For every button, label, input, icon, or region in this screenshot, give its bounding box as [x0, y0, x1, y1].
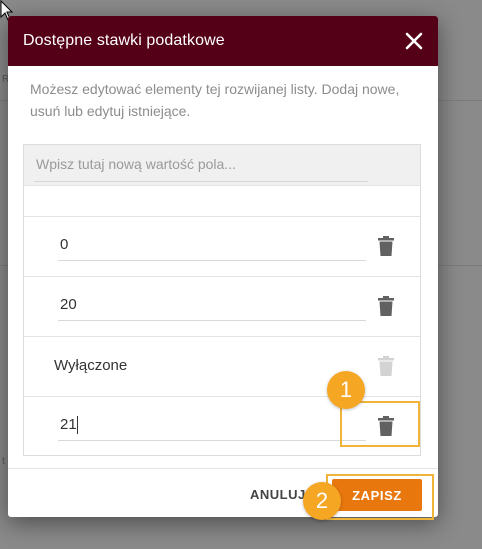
step-2-badge: 2 [303, 482, 341, 520]
delete-button-row-2[interactable] [374, 294, 398, 318]
list-item [24, 216, 420, 276]
trash-icon [378, 236, 394, 256]
text-caret [77, 416, 78, 434]
value-field-row-2[interactable] [58, 289, 366, 321]
delete-button-row-1[interactable] [374, 234, 398, 258]
value-field-row-4[interactable] [58, 409, 366, 441]
cancel-button[interactable]: ANULUJ [246, 481, 310, 507]
value-field-row-1[interactable] [58, 229, 366, 261]
trash-icon [378, 356, 394, 376]
delete-button-row-3-disabled [374, 354, 398, 378]
new-value-row [24, 145, 420, 186]
close-button[interactable] [402, 29, 426, 53]
close-icon [405, 32, 423, 50]
dialog-description: Możesz edytować elementy tej rozwijanej … [30, 81, 400, 119]
step-1-badge: 1 [327, 371, 365, 409]
step-2-highlight [326, 474, 434, 520]
dialog-header: Dostępne stawki podatkowe [8, 16, 438, 66]
trash-icon [378, 296, 394, 316]
value-label-row-3: Wyłączone [54, 357, 128, 374]
dialog-title: Dostępne stawki podatkowe [23, 32, 225, 49]
background-text: t [2, 456, 5, 467]
list-item [24, 276, 420, 336]
new-value-input[interactable] [34, 147, 368, 182]
